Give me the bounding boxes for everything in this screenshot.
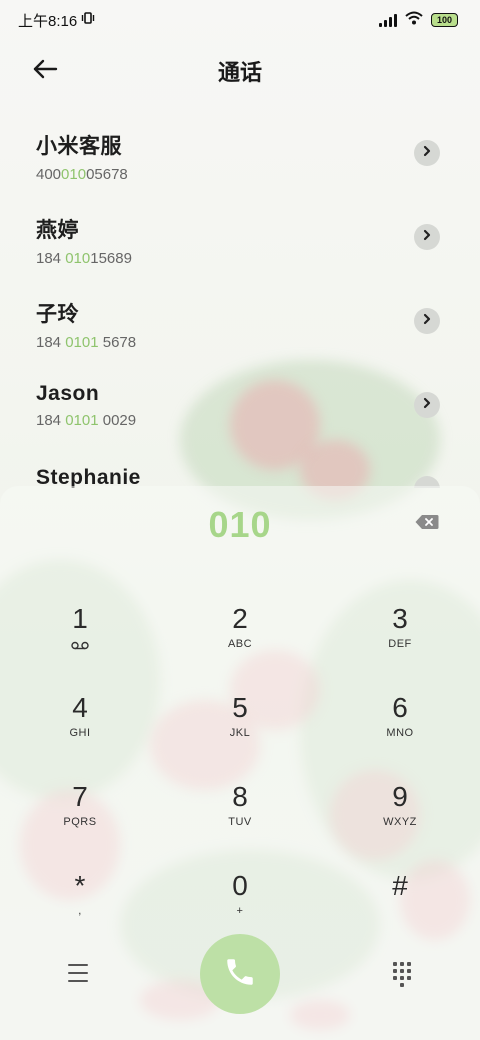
key-3[interactable]: 3 DEF: [320, 602, 480, 691]
key-letters: DEF: [388, 638, 412, 650]
key-letters: ,: [78, 905, 82, 917]
menu-button[interactable]: [66, 962, 90, 984]
contact-name: Stephanie: [36, 466, 141, 488]
backspace-button[interactable]: [414, 514, 440, 534]
key-digit: 7: [72, 781, 88, 812]
key-9[interactable]: 9 WXYZ: [320, 780, 480, 869]
key-letters: MNO: [386, 727, 414, 739]
dialed-number-display: 010: [208, 504, 272, 545]
page-title: 通话: [217, 60, 262, 85]
phone-icon: [223, 955, 257, 994]
contact-row[interactable]: 燕婷 184 01015689: [0, 194, 480, 278]
contact-suggestion-list: 小米客服 40001005678 燕婷 184 01015689 子玲 184 …: [0, 110, 480, 488]
key-digit: 0: [232, 870, 248, 901]
key-digit: 4: [72, 692, 88, 723]
arrow-left-icon: [32, 59, 58, 84]
key-digit: #: [392, 870, 408, 901]
key-8[interactable]: 8 TUV: [160, 780, 320, 869]
contact-name: 燕婷: [36, 219, 79, 242]
key-digit: 6: [392, 692, 408, 723]
chevron-right-icon: [422, 144, 432, 162]
status-bar: 上午8:16 100: [0, 0, 480, 40]
key-4[interactable]: 4 GHI: [0, 691, 160, 780]
key-digit: 9: [392, 781, 408, 812]
key-7[interactable]: 7 PQRS: [0, 780, 160, 869]
chevron-right-icon: [422, 396, 432, 414]
key-digit: 8: [232, 781, 248, 812]
contact-number: 184 01015689: [36, 250, 132, 267]
contact-row[interactable]: 小米客服 40001005678: [0, 110, 480, 194]
battery-icon: 100: [431, 13, 458, 27]
key-2[interactable]: 2 ABC: [160, 602, 320, 691]
back-button[interactable]: [28, 54, 62, 88]
contact-row[interactable]: Stephanie: [0, 446, 480, 488]
vibrate-icon: [81, 11, 95, 29]
contact-row[interactable]: 子玲 184 0101 5678: [0, 278, 480, 362]
header: 通话: [0, 48, 480, 94]
contact-name: 小米客服: [36, 135, 122, 158]
key-letters: JKL: [229, 727, 251, 739]
key-letters: ABC: [227, 638, 253, 650]
key-letters: PQRS: [63, 816, 97, 828]
keypad-toggle-button[interactable]: [392, 962, 412, 987]
key-1[interactable]: 1: [0, 602, 160, 691]
dialer-bottom-bar: [0, 934, 480, 1014]
contact-number: 184 0101 0029: [36, 412, 137, 429]
key-letters: TUV: [228, 816, 252, 828]
key-digit: 3: [392, 603, 408, 634]
contact-detail-button[interactable]: [414, 224, 440, 250]
voicemail-icon: [71, 641, 89, 650]
key-digit: *: [74, 870, 86, 901]
chevron-right-icon: [422, 312, 432, 330]
contact-detail-button[interactable]: [414, 308, 440, 334]
contact-name: 子玲: [36, 303, 79, 326]
key-digit: 2: [232, 603, 248, 634]
contact-detail-button[interactable]: [414, 140, 440, 166]
key-letters: WXYZ: [383, 816, 417, 828]
contact-number: 40001005678: [36, 166, 128, 183]
dialer-panel: 010 1 2 ABC 3 DEF 4 GHI 5 JKL 6 MNO 7 PQ…: [0, 486, 480, 1040]
key-digit: 5: [232, 692, 248, 723]
key-digit: 1: [72, 603, 88, 634]
wifi-icon: [405, 11, 423, 29]
chevron-right-icon: [422, 228, 432, 246]
backspace-icon: [415, 514, 439, 535]
keypad: 1 2 ABC 3 DEF 4 GHI 5 JKL 6 MNO 7 PQRS 8…: [0, 602, 480, 958]
signal-icon: [379, 13, 397, 27]
key-6[interactable]: 6 MNO: [320, 691, 480, 780]
key-letters: GHI: [69, 727, 91, 739]
contact-detail-button[interactable]: [414, 392, 440, 418]
key-5[interactable]: 5 JKL: [160, 691, 320, 780]
status-time: 上午8:16: [18, 12, 78, 30]
contact-number: 184 0101 5678: [36, 334, 137, 351]
contact-row[interactable]: Jason 184 0101 0029: [0, 362, 480, 446]
contact-name: Jason: [36, 382, 100, 405]
key-letters: +: [236, 905, 244, 917]
call-button[interactable]: [200, 934, 280, 1014]
